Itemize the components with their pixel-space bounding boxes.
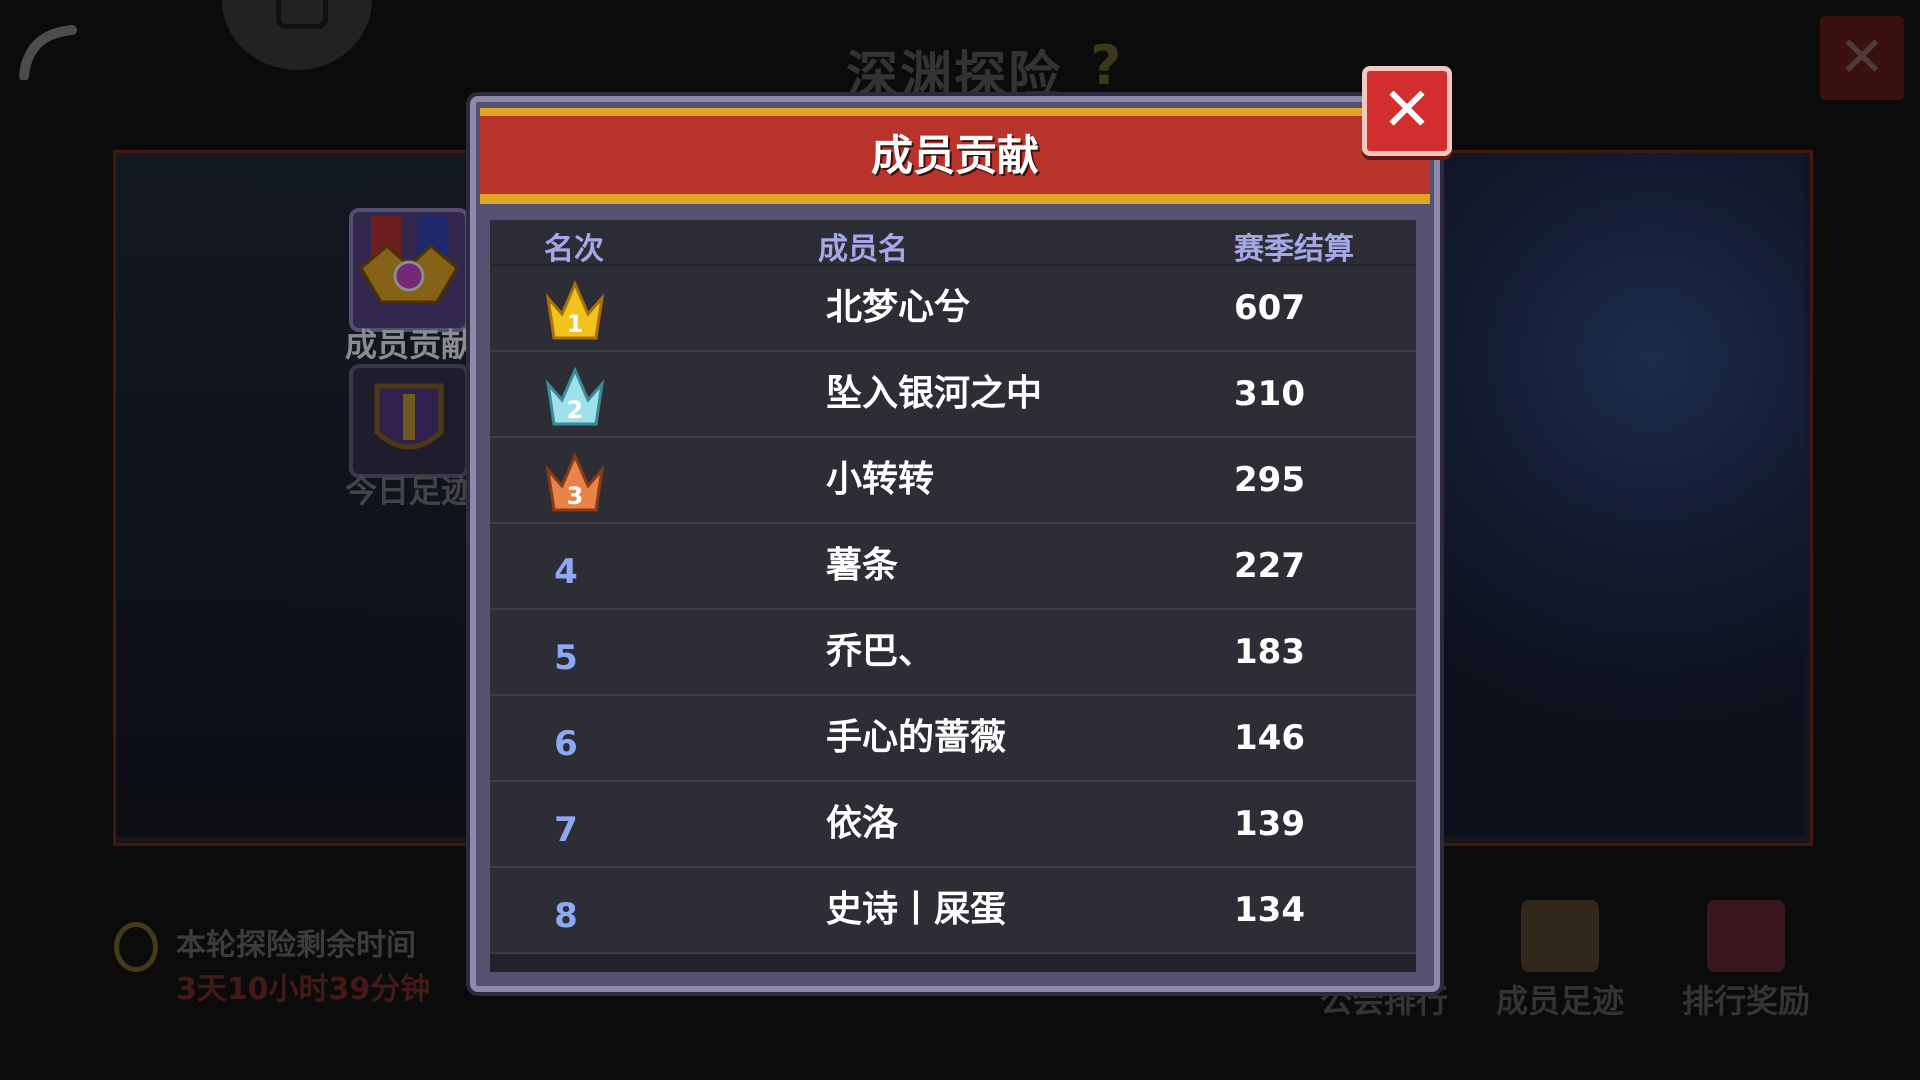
table-row[interactable]: 3 小转转 295 xyxy=(490,438,1416,524)
column-header-rank: 名次 xyxy=(544,232,604,267)
member-name: 依洛 xyxy=(826,803,899,844)
gold-crown-icon: 1 xyxy=(545,280,605,340)
season-score: 146 xyxy=(1234,718,1305,758)
member-name: 乔巴、 xyxy=(826,631,935,672)
member-name: 坠入银河之中 xyxy=(826,373,1043,414)
silver-crown-icon: 2 xyxy=(545,366,605,426)
season-score: 134 xyxy=(1234,890,1305,930)
season-score: 139 xyxy=(1234,804,1305,844)
close-icon[interactable]: ✕ xyxy=(1362,66,1452,156)
season-score: 295 xyxy=(1234,460,1305,500)
table-header: 名次 成员名 赛季结算 xyxy=(490,220,1416,267)
member-name: 北梦心兮 xyxy=(826,287,971,328)
rank-number: 8 xyxy=(554,896,578,936)
member-name: 史诗丨屎蛋 xyxy=(826,889,1007,930)
table-row[interactable]: 5 乔巴、 183 xyxy=(490,610,1416,696)
rank-number: 7 xyxy=(554,810,578,850)
column-header-member: 成员名 xyxy=(818,232,908,267)
bronze-crown-icon: 3 xyxy=(545,452,605,512)
table-row[interactable]: 2 坠入银河之中 310 xyxy=(490,352,1416,438)
rank-number: 1 xyxy=(567,310,584,338)
rank-number: 5 xyxy=(554,638,578,678)
rank-number: 4 xyxy=(554,552,578,592)
season-score: 227 xyxy=(1234,546,1305,586)
rank-number: 2 xyxy=(567,396,584,424)
rank-number: 6 xyxy=(554,724,578,764)
table-row[interactable]: 4 薯条 227 xyxy=(490,524,1416,610)
season-score: 310 xyxy=(1234,374,1305,414)
contribution-table: 名次 成员名 赛季结算 1 北梦心兮 607 2 坠入银河之中 310 3 小转… xyxy=(490,220,1416,972)
table-row[interactable]: 6 手心的蔷薇 146 xyxy=(490,696,1416,782)
season-score: 607 xyxy=(1234,288,1305,328)
table-row[interactable]: 8 史诗丨屎蛋 134 xyxy=(490,868,1416,954)
member-name: 手心的蔷薇 xyxy=(826,717,1007,758)
dialog-title: 成员贡献 xyxy=(870,131,1039,180)
member-name: 薯条 xyxy=(826,545,899,586)
column-header-season-score: 赛季结算 xyxy=(1234,232,1354,267)
table-row[interactable]: 7 依洛 139 xyxy=(490,782,1416,868)
season-score: 183 xyxy=(1234,632,1305,672)
rank-number: 3 xyxy=(567,482,584,510)
member-name: 小转转 xyxy=(826,459,935,500)
table-row[interactable]: 1 北梦心兮 607 xyxy=(490,266,1416,352)
